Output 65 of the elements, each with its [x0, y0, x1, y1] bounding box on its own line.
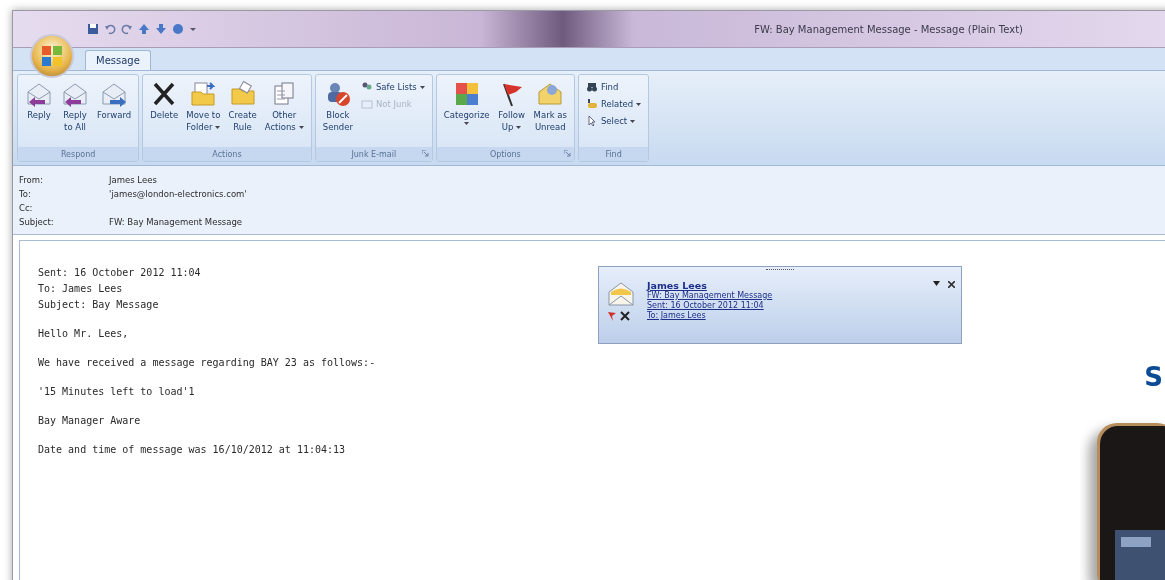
notification-popup[interactable]: James Lees FW: Bay Management Message Sent: 16 October 2012 11:04 To: James Lees — [598, 266, 962, 344]
message-text: We have received a message regarding BAY 23 as follows:- — [38, 356, 377, 370]
down-arrow-icon[interactable] — [155, 23, 167, 35]
group-label: Respond — [60, 149, 96, 159]
ribbon-button[interactable]: Related — [582, 97, 645, 111]
ribbon-button[interactable]: Safe Lists — [357, 80, 428, 94]
caret-icon — [464, 122, 470, 125]
ribbon-button[interactable]: Delete — [147, 78, 182, 147]
group-label: Actions — [212, 149, 242, 159]
window-title: FW: Bay Management Message - Message (Plain Text) — [754, 23, 1023, 35]
launcher-icon[interactable] — [421, 150, 429, 157]
recipient-link[interactable]: To: James Lees — [647, 311, 773, 321]
ribbon-button[interactable]: Other Actions — [261, 78, 307, 147]
ribbon-button[interactable]: Move to Folder — [183, 78, 224, 147]
field-label: Subject: — [19, 216, 55, 228]
caret-icon — [298, 125, 304, 129]
ribbon-tab[interactable]: Message — [85, 50, 151, 70]
caret-icon — [636, 102, 642, 106]
message-text: Sent: 16 October 2012 11:04 — [38, 266, 202, 280]
folder-icon — [228, 80, 257, 108]
binoculars-icon — [585, 81, 598, 93]
field-value: FW: Bay Management Message — [109, 216, 244, 228]
launcher-icon[interactable] — [563, 150, 571, 157]
up-arrow-icon[interactable] — [138, 23, 150, 35]
group-label: Find — [605, 149, 622, 159]
caret-icon[interactable] — [933, 281, 940, 286]
field-value: 'james@london-electronics.com' — [109, 188, 248, 200]
ribbon-button[interactable]: Select — [582, 114, 645, 128]
subject-link[interactable]: FW: Bay Management Message — [647, 291, 773, 301]
group-label: Junk E-mail — [351, 149, 397, 159]
caret-icon — [215, 125, 221, 129]
delete-icon[interactable] — [620, 311, 630, 321]
heading-text: S — [1144, 362, 1163, 392]
caret-icon — [516, 125, 522, 129]
ribbon-button[interactable]: Block Sender — [319, 78, 356, 147]
ribbon-button[interactable]: Find — [582, 80, 645, 94]
field-label: To: — [19, 188, 32, 200]
group-label: Options — [489, 149, 521, 159]
message-text: '15 Minutes left to load'1 — [38, 385, 196, 399]
ribbon-button[interactable]: Categorize — [440, 78, 493, 147]
close-icon[interactable] — [948, 281, 955, 288]
field-label: Cc: — [19, 202, 34, 214]
message-text: To: James Lees — [38, 282, 124, 296]
caret-icon — [419, 85, 425, 89]
field-value: James Lees — [109, 174, 158, 186]
ribbon-button[interactable]: Reply to All — [58, 78, 92, 147]
cursor-icon — [585, 115, 598, 127]
message-text: Hello Mr. Lees, — [38, 327, 130, 341]
message-text: Bay Manager Aware — [38, 414, 142, 428]
folder-arrow-icon — [189, 80, 218, 108]
ribbon-button[interactable]: Forward — [94, 78, 135, 147]
sent-link[interactable]: Sent: 16 October 2012 11:04 — [647, 301, 773, 311]
ribbon-button[interactable]: Follow Up — [494, 78, 529, 147]
message-text: Subject: Bay Message — [38, 298, 160, 312]
ribbon-button[interactable]: Mark as Unread — [530, 78, 570, 147]
field-label: From: — [19, 174, 44, 186]
save-icon[interactable] — [87, 23, 99, 35]
ribbon-button[interactable]: Create Rule — [225, 78, 260, 147]
message-text: Date and time of message was 16/10/2012 at 11:04:13 — [38, 443, 347, 457]
sender-link[interactable]: James Lees — [647, 281, 773, 291]
ribbon-button[interactable]: Reply — [22, 78, 56, 147]
undo-icon[interactable] — [104, 23, 116, 35]
flag-icon[interactable] — [607, 311, 617, 321]
redo-icon[interactable] — [121, 23, 133, 35]
caret-icon — [630, 119, 636, 123]
